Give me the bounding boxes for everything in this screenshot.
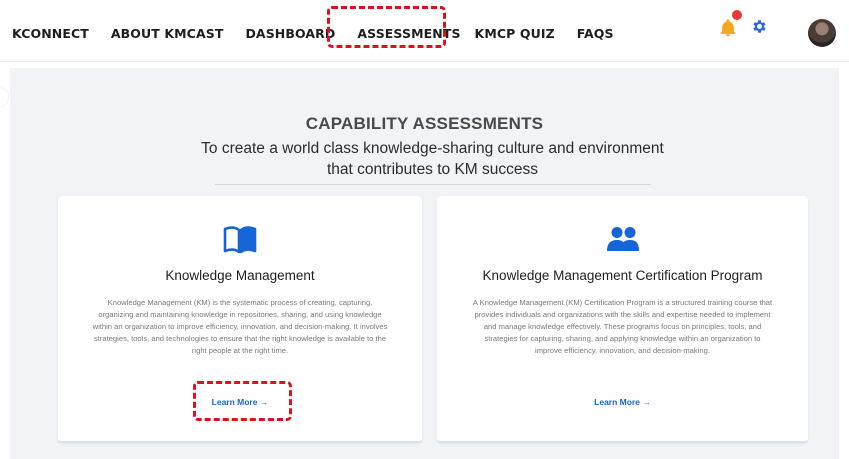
bell-icon[interactable] [718, 18, 738, 38]
learn-more-link[interactable]: Learn More → [437, 397, 808, 407]
nav-item-faqs[interactable]: FAQS [577, 26, 614, 41]
gear-icon[interactable] [751, 18, 768, 35]
nav-item-kmcp-quiz[interactable]: KMCP QUIZ [475, 26, 555, 41]
card-description: Knowledge Management (KM) is the systema… [92, 298, 388, 355]
user-avatar[interactable] [808, 19, 836, 47]
page-subtitle: To create a world class knowledge-sharin… [201, 140, 664, 178]
open-book-icon [223, 226, 257, 254]
assessments-highlight-box [327, 6, 446, 48]
notification-badge [732, 10, 742, 20]
learn-more-highlight-box [193, 381, 292, 421]
nav-item-dashboard[interactable]: DASHBOARD [245, 26, 335, 41]
nav-item-about-kmcast[interactable]: ABOUT KMCAST [111, 26, 224, 41]
card-title: Knowledge Management Certification Progr… [482, 268, 763, 283]
title-divider [215, 184, 651, 185]
users-icon [606, 227, 639, 251]
nav-item-kconnect[interactable]: KCONNECT [12, 26, 89, 41]
main-nav: KCONNECT ABOUT KMCAST DASHBOARD ASSESSME… [12, 26, 636, 41]
page-title: CAPABILITY ASSESSMENTS [305, 114, 544, 133]
sidebar-toggle-handle[interactable] [0, 88, 8, 106]
card-description: A Knowledge Management (KM) Certificatio… [472, 298, 773, 355]
card-km-certification-program: Knowledge Management Certification Progr… [437, 196, 808, 443]
card-title: Knowledge Management [165, 268, 315, 283]
